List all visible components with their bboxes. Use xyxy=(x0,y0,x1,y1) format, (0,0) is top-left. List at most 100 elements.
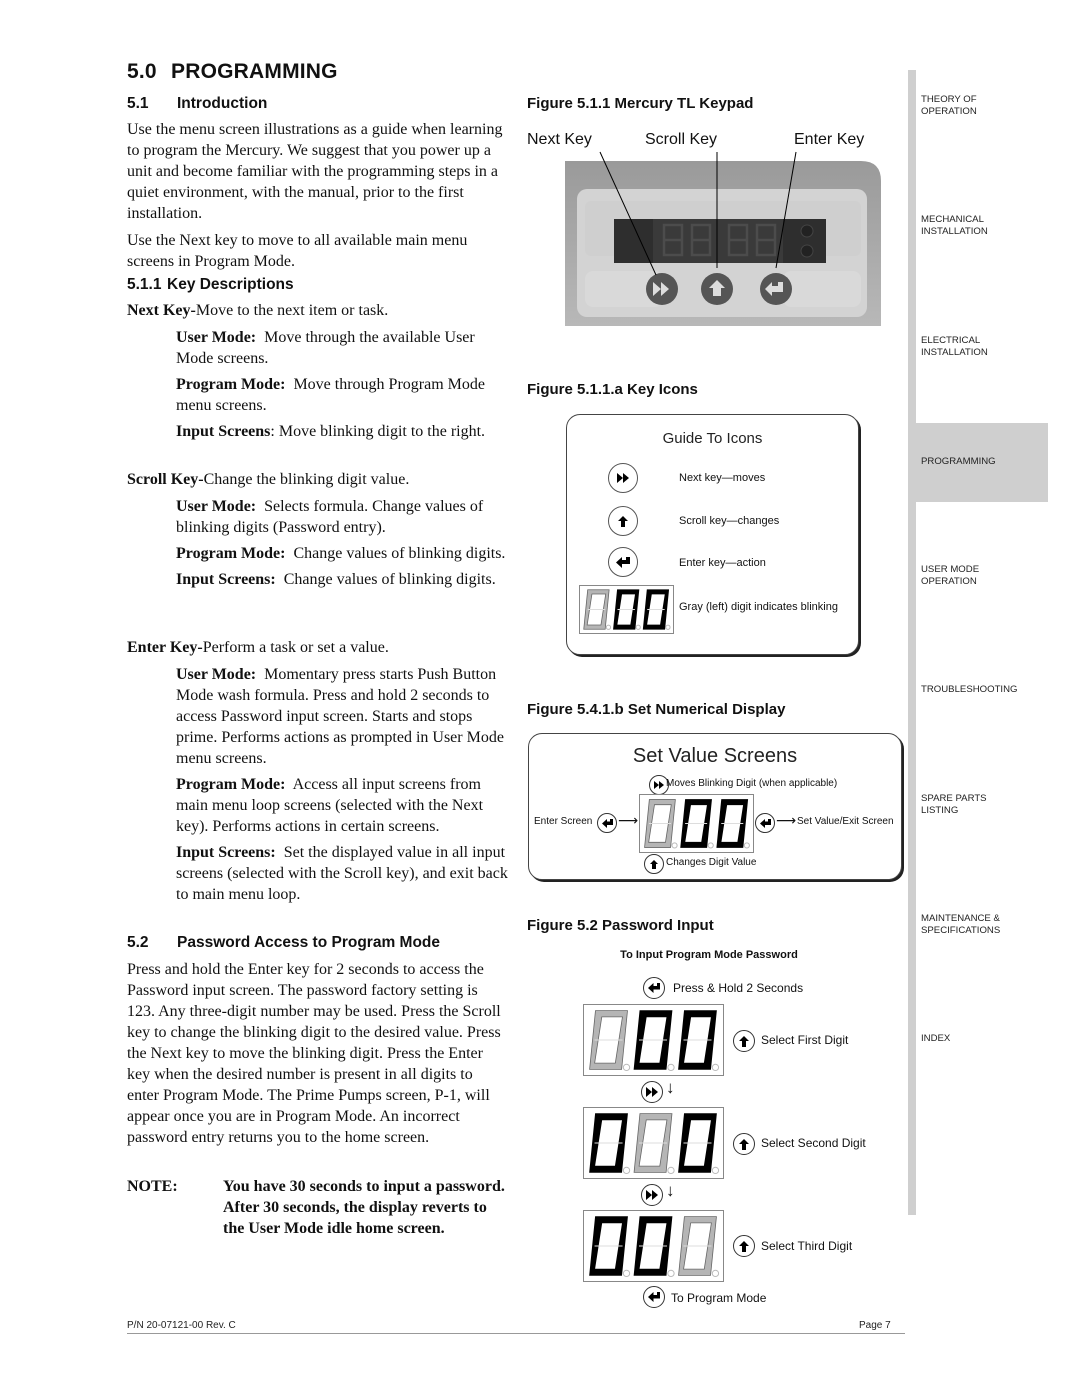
mode-label: User Mode: xyxy=(176,498,257,515)
intro-number: 5.1 xyxy=(127,95,149,112)
mode-label: Input Screens xyxy=(176,423,271,440)
next-key-user-mode: User Mode: Move through the available Us… xyxy=(127,327,512,369)
digit xyxy=(716,799,750,849)
side-tab-index[interactable]: INDEX xyxy=(921,1033,950,1045)
figure-key-icons-title: Figure 5.1.1.a Key Icons xyxy=(527,381,698,398)
note-text: You have 30 seconds to input a password.… xyxy=(223,1178,505,1237)
password-title: Password Access to Program Mode xyxy=(177,934,441,951)
password-heading: 5.2 Password Access to Program Mode xyxy=(127,934,440,952)
enter-key-user-mode: User Mode: Momentary press starts Push B… xyxy=(127,664,512,769)
decimal-point xyxy=(707,842,714,849)
password-body: Press and hold the Enter key for 2 secon… xyxy=(127,961,501,1146)
next-key-text: Move to the next item or task. xyxy=(195,302,389,319)
side-tab-programming[interactable]: PROGRAMMING xyxy=(921,456,996,468)
next-key-callout: Next Key xyxy=(527,131,592,148)
digit xyxy=(633,1010,675,1072)
changes-digit-caption: Changes Digit Value xyxy=(666,857,757,868)
scroll-key-user-mode: User Mode: Selects formula. Change value… xyxy=(127,496,512,538)
next-icon xyxy=(641,1184,663,1206)
digit xyxy=(678,1113,720,1175)
arrow-right-icon: ⟶ xyxy=(618,812,639,828)
enter-icon xyxy=(643,1286,665,1308)
decimal-point xyxy=(711,1063,720,1072)
intro-heading: 5.1 Introduction xyxy=(127,95,267,113)
seven-segment-digits xyxy=(589,1216,720,1278)
enter-icon xyxy=(755,813,775,833)
seven-segment-digits xyxy=(589,1010,720,1072)
decimal-point xyxy=(665,624,671,630)
password-display-step-3 xyxy=(583,1210,724,1282)
footer-divider xyxy=(127,1333,905,1334)
scroll-icon xyxy=(733,1133,755,1155)
digit-display xyxy=(639,794,754,853)
mode-label: Program Mode: xyxy=(176,376,286,393)
set-value-box: Set Value Screens Moves Blinking Digit (… xyxy=(528,733,902,880)
decimal-point xyxy=(671,842,678,849)
seven-segment-digits xyxy=(583,589,671,630)
next-key-input-screens: Input Screens: Move blinking digit to th… xyxy=(127,421,512,442)
next-key-program-mode: Program Mode: Move through Program Mode … xyxy=(127,374,512,416)
decimal-point xyxy=(622,1166,631,1175)
digit xyxy=(589,1113,631,1175)
side-tab-user-mode-operation[interactable]: USER MODE OPERATION xyxy=(921,564,979,588)
intro-paragraph-1: Use the menu screen illustrations as a g… xyxy=(127,121,503,222)
figure-set-numerical-title: Figure 5.4.1.b Set Numerical Display xyxy=(527,701,786,718)
enter-key-callout: Enter Key xyxy=(794,131,865,148)
select-first-digit-caption: Select First Digit xyxy=(761,1033,849,1047)
enter-icon xyxy=(597,813,617,833)
mode-label: User Mode: xyxy=(176,329,257,346)
next-key-caption: Next key—moves xyxy=(679,472,766,484)
mode-label: Input Screens: xyxy=(176,844,276,861)
scroll-key-callout: Scroll Key xyxy=(645,131,718,148)
digit xyxy=(642,589,671,630)
decimal-point xyxy=(711,1166,720,1175)
set-value-box-title: Set Value Screens xyxy=(632,745,798,767)
next-icon xyxy=(641,1081,663,1103)
set-value-exit-caption: Set Value/Exit Screen xyxy=(797,816,894,827)
mode-label: Program Mode: xyxy=(176,776,286,793)
side-tab-strip xyxy=(908,70,916,1215)
scroll-icon xyxy=(733,1030,755,1052)
enter-key-program-mode: Program Mode: Access all input screens f… xyxy=(127,774,512,837)
enter-key-description: Enter Key-Perform a task or set a value.… xyxy=(127,637,512,905)
next-key-label: Next Key- xyxy=(127,302,196,319)
decimal-point xyxy=(667,1063,675,1072)
mode-text: Change values of blinking digits. xyxy=(293,545,506,562)
side-tab-electrical-installation[interactable]: ELECTRICAL INSTALLATION xyxy=(921,335,988,359)
side-tab-spare-parts-listing[interactable]: SPARE PARTS LISTING xyxy=(921,793,987,817)
section-number: 5.0 xyxy=(127,60,157,83)
to-program-mode-caption: To Program Mode xyxy=(671,1291,767,1305)
side-tab-mechanical-installation[interactable]: MECHANICAL INSTALLATION xyxy=(921,214,988,238)
side-tab-maintenance-specifications[interactable]: MAINTENANCE & SPECIFICATIONS xyxy=(921,913,1000,937)
scroll-key-input-screens: Input Screens: Change values of blinking… xyxy=(127,569,512,590)
select-second-digit-caption: Select Second Digit xyxy=(761,1136,866,1150)
scroll-icon xyxy=(608,506,638,536)
section-heading: 5.0 PROGRAMMING xyxy=(127,60,338,84)
scroll-key-caption: Scroll key—changes xyxy=(679,515,780,527)
display-caption: Gray (left) digit indicates blinking xyxy=(679,601,838,613)
key-icons-box: Guide To Icons Next key—moves Scroll key… xyxy=(566,414,859,655)
enter-key-input-screens: Input Screens: Set the displayed value i… xyxy=(127,842,512,905)
key-descriptions-heading: 5.1.1 Key Descriptions xyxy=(127,276,294,294)
enter-screen-caption: Enter Screen xyxy=(534,816,593,827)
mode-text: : Move blinking digit to the right. xyxy=(270,423,486,440)
blinking-digit xyxy=(633,1113,675,1175)
blinking-digit xyxy=(644,799,678,849)
digit xyxy=(678,1010,720,1072)
scroll-key-program-mode: Program Mode: Change values of blinking … xyxy=(127,543,512,564)
side-tab-theory-of-operation[interactable]: THEORY OF OPERATION xyxy=(921,94,977,118)
decimal-point xyxy=(667,1166,675,1175)
seven-segment-digits xyxy=(644,799,750,849)
enter-key-text: Perform a task or set a value. xyxy=(202,639,389,656)
intro-paragraph-2: Use the Next key to move to all availabl… xyxy=(127,232,468,270)
scroll-icon xyxy=(733,1235,755,1257)
side-tab-troubleshooting[interactable]: TROUBLESHOOTING xyxy=(921,684,1017,696)
figure-password-title: Figure 5.2 Password Input xyxy=(527,917,714,934)
blinking-digit xyxy=(583,589,612,630)
password-display-step-1 xyxy=(583,1004,724,1076)
section-title: PROGRAMMING xyxy=(171,60,338,83)
decimal-point xyxy=(743,842,750,849)
decimal-point xyxy=(622,1063,631,1072)
digit xyxy=(633,1216,675,1278)
decimal-point xyxy=(667,1269,675,1278)
